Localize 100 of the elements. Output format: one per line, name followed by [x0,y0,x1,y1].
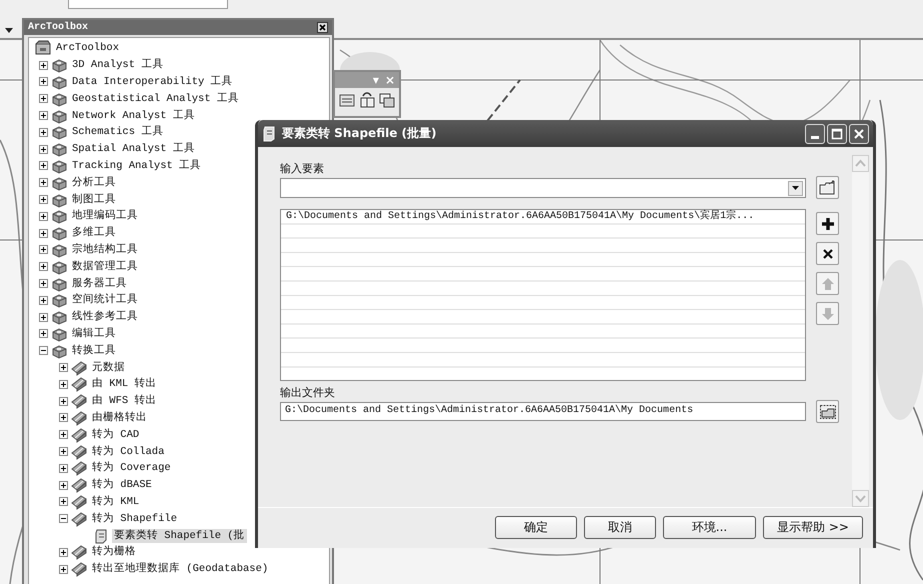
close-button[interactable] [849,124,869,144]
toolbox-icon [51,124,67,140]
tree-item[interactable]: ArcToolbox [54,41,122,56]
tree-item[interactable]: Data Interoperability 工具 [70,74,235,89]
tree-item[interactable]: 要素类转 Shapefile (批 [112,528,247,542]
expand-icon[interactable] [59,447,68,456]
tree-item[interactable]: 转换工具 [70,344,118,358]
toolbar-field[interactable] [68,0,228,9]
tree-item[interactable]: 服务器工具 [70,276,129,291]
expand-icon[interactable] [59,396,68,406]
tree-item[interactable]: Network Analyst 工具 [70,108,197,123]
toolbox-icon [51,258,67,275]
tree-item[interactable]: Geostatistical Analyst 工具 [70,92,241,106]
dialog-button[interactable]: 确定 [495,516,577,539]
close-icon [853,128,865,140]
tree-item[interactable]: Tracking Analyst 工具 [70,158,204,173]
expand-icon[interactable] [59,380,68,389]
expand-icon[interactable] [39,77,48,86]
tree-item[interactable]: 由 WFS 转出 [90,394,159,408]
dialog-button[interactable]: 显示帮助 >> [763,516,863,539]
tree-item[interactable]: 由 KML 转出 [90,377,159,392]
minimize-button[interactable] [805,124,825,144]
toolbox-icon [51,292,67,308]
toolbox-icon [51,242,67,258]
expand-icon[interactable] [39,60,48,70]
expand-icon[interactable] [39,279,48,288]
remove-button[interactable] [816,242,839,265]
output-folder-field[interactable]: G:\Documents and Settings\Administrator.6A6AA50B175041A\My Documents [280,402,806,421]
expand-icon[interactable] [59,564,68,574]
tool-script-icon [93,528,109,544]
toolbar-tool-icon[interactable] [379,92,395,108]
expand-icon[interactable] [59,464,68,473]
expand-icon[interactable] [39,144,48,154]
add-button[interactable] [816,212,839,235]
caret-icon[interactable] [5,28,13,33]
tree-item[interactable]: 宗地结构工具 [70,242,140,257]
expand-icon[interactable] [39,128,48,137]
collapse-icon[interactable] [39,346,48,356]
toolbox-icon [51,57,67,74]
close-icon[interactable] [317,22,328,33]
expand-icon[interactable] [39,296,48,305]
collapse-icon[interactable] [59,514,68,524]
tree-item[interactable]: 元数据 [90,360,127,375]
toolset-icon [71,376,87,392]
add-icon [820,216,836,232]
toolset-icon [71,494,87,510]
expand-icon[interactable] [39,161,48,170]
expand-icon[interactable] [59,430,68,440]
tree-item[interactable]: 分析工具 [70,176,118,190]
tree-item[interactable]: 多维工具 [70,226,118,240]
browse-folder-button[interactable] [816,400,839,423]
tree-item[interactable]: 3D Analyst 工具 [70,58,166,72]
input-dropdown[interactable] [280,178,806,198]
toolbar-tool-icon[interactable] [339,92,355,108]
expand-icon[interactable] [39,178,48,188]
tree-item[interactable]: 地理编码工具 [70,209,140,224]
expand-icon[interactable] [59,548,68,557]
tree-item[interactable]: 转为 Collada [90,444,166,459]
tree-item[interactable]: 转为 dBASE [90,478,154,492]
tree-item[interactable]: 转出至地理数据库 (Geodatabase) [90,562,270,576]
expand-icon[interactable] [59,363,68,372]
tree-item[interactable]: 空间统计工具 [70,293,140,308]
expand-icon[interactable] [39,228,48,238]
toolset-icon [71,477,87,494]
dialog-button[interactable]: 取消 [584,516,656,539]
toolbar-tool-icon[interactable] [359,92,375,108]
tree-item[interactable]: Spatial Analyst 工具 [70,142,197,156]
expand-icon[interactable] [39,212,48,221]
toolset-icon [71,460,87,476]
toolbox-icon [51,208,67,224]
tree-item[interactable]: 线性参考工具 [70,310,140,324]
toolset-icon [71,444,87,460]
tree-item[interactable]: 制图工具 [70,192,118,207]
maximize-button[interactable] [827,124,847,144]
expand-icon[interactable] [39,312,48,322]
expand-icon[interactable] [59,497,68,506]
tree-item[interactable]: 转为 Shapefile [90,512,180,526]
expand-icon[interactable] [39,329,48,338]
tree-item[interactable]: 转为 CAD [90,428,142,442]
tree-item[interactable]: 转为 KML [90,494,142,509]
expand-icon[interactable] [39,195,48,204]
tree-item[interactable]: 数据管理工具 [70,260,140,274]
expand-icon[interactable] [39,94,48,104]
toolbox-icon [51,192,67,208]
toolbox-icon [51,326,67,342]
expand-icon[interactable] [39,245,48,254]
dialog-button[interactable]: 环境... [663,516,756,539]
tree-item[interactable]: 转为栅格 [90,545,138,560]
tree-item[interactable]: 转为 Coverage [90,461,173,476]
maximize-icon [831,128,843,140]
expand-icon[interactable] [59,413,68,422]
expand-icon[interactable] [39,111,48,120]
expand-icon[interactable] [59,480,68,490]
expand-icon[interactable] [39,262,48,272]
browse-folder-button[interactable] [816,176,839,199]
tree-item[interactable]: 编辑工具 [70,326,118,341]
toolset-icon [71,393,87,410]
tree-item[interactable]: 由栅格转出 [90,410,149,425]
tree-item[interactable]: Schematics 工具 [70,125,166,140]
toolset-icon [71,360,87,376]
